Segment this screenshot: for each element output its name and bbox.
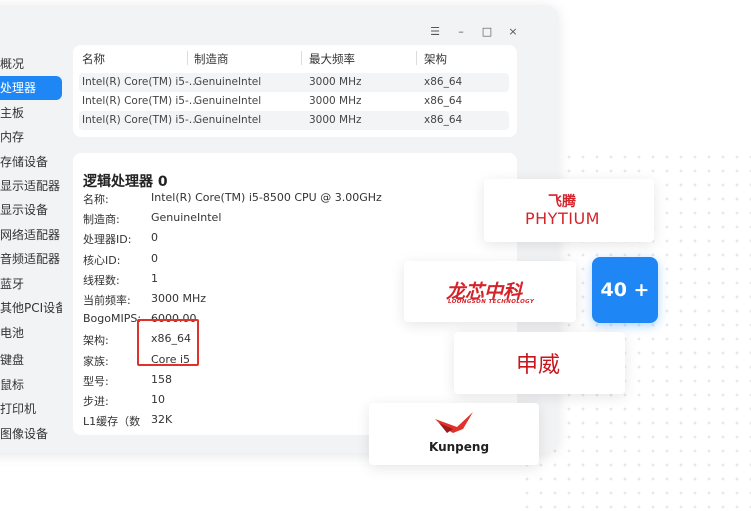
sidebar-item-bluetooth[interactable]: 蓝牙 xyxy=(0,272,62,296)
sidebar-item-motherboard[interactable]: 主板 xyxy=(0,101,62,125)
loongson-logo-en: LOONGSON TECHNOLOGY xyxy=(448,299,535,305)
sidebar-item-display-adapter[interactable]: 显示适配器 xyxy=(0,174,62,198)
column-divider xyxy=(301,51,302,65)
cpu-list-panel: 名称 制造商 最大频率 架构 Intel(R) Core(TM) i5-… Ge… xyxy=(73,45,517,137)
field-label: BogoMIPS: xyxy=(83,312,142,325)
phytium-logo-card: 飞腾 PHYTIUM xyxy=(484,179,654,242)
sidebar: 概况 处理器 主板 内存 存储设备 显示适配器 显示设备 网络适配器 音频适配器… xyxy=(0,50,70,450)
field-value: 32K xyxy=(151,413,173,426)
column-header-name[interactable]: 名称 xyxy=(82,51,105,67)
field-label: 核心ID: xyxy=(83,254,121,267)
table-row[interactable]: Intel(R) Core(TM) i5-… GenuineIntel 3000… xyxy=(79,92,509,111)
sidebar-item-battery[interactable]: 电池 xyxy=(0,321,62,345)
field-label: 名称: xyxy=(83,193,109,206)
sidebar-item-other-pci[interactable]: 其他PCI设备 xyxy=(0,296,62,320)
sidebar-item-memory[interactable]: 内存 xyxy=(0,125,62,149)
phytium-logo-en: PHYTIUM xyxy=(525,209,600,228)
field-value: 0 xyxy=(151,231,158,244)
cell-vendor: GenuineIntel xyxy=(194,114,262,126)
cell-name: Intel(R) Core(TM) i5-… xyxy=(82,95,200,107)
field-label: 制造商: xyxy=(83,213,120,226)
cell-architecture: x86_64 xyxy=(424,95,463,107)
field-value: 3000 MHz xyxy=(151,292,207,305)
shenwei-logo-card: 申威 xyxy=(454,332,625,394)
sidebar-item-printer[interactable]: 打印机 xyxy=(0,397,62,421)
cell-max-frequency: 3000 MHz xyxy=(309,76,362,88)
sidebar-item-audio-adapter[interactable]: 音频适配器 xyxy=(0,247,62,271)
kunpeng-logo-text: Kunpeng xyxy=(429,440,490,454)
column-header-vendor[interactable]: 制造商 xyxy=(194,51,229,67)
field-value: Intel(R) Core(TM) i5-8500 CPU @ 3.00GHz xyxy=(151,191,382,204)
phytium-logo-cn: 飞腾 xyxy=(548,194,576,210)
field-value: 1 xyxy=(151,272,158,285)
loongson-logo-card: 龙芯中科 LOONGSON TECHNOLOGY xyxy=(404,261,576,322)
field-label: 线程数: xyxy=(83,274,120,287)
sidebar-item-processor[interactable]: 处理器 xyxy=(0,76,62,100)
field-value: 0 xyxy=(151,252,158,265)
column-header-architecture[interactable]: 架构 xyxy=(424,51,447,67)
field-label: 家族: xyxy=(83,355,109,368)
cell-vendor: GenuineIntel xyxy=(194,95,262,107)
cell-max-frequency: 3000 MHz xyxy=(309,95,362,107)
column-header-max-frequency[interactable]: 最大频率 xyxy=(309,51,355,67)
cell-architecture: x86_64 xyxy=(424,114,463,126)
sidebar-item-network-adapter[interactable]: 网络适配器 xyxy=(0,223,62,247)
sidebar-item-overview[interactable]: 概况 xyxy=(0,52,62,76)
cell-name: Intel(R) Core(TM) i5-… xyxy=(82,114,200,126)
field-label: 处理器ID: xyxy=(83,233,132,246)
field-value: GenuineIntel xyxy=(151,211,222,224)
cell-name: Intel(R) Core(TM) i5-… xyxy=(82,76,200,88)
field-label: 当前频率: xyxy=(83,294,131,307)
field-value: 10 xyxy=(151,393,165,406)
details-title: 逻辑处理器 0 xyxy=(83,174,168,190)
maximize-button[interactable]: □ xyxy=(480,25,494,39)
field-label: 架构: xyxy=(83,334,109,347)
cell-max-frequency: 3000 MHz xyxy=(309,114,362,126)
cell-vendor: GenuineIntel xyxy=(194,76,262,88)
kunpeng-bird-icon xyxy=(435,412,473,433)
column-divider xyxy=(416,51,417,65)
sidebar-item-display-device[interactable]: 显示设备 xyxy=(0,198,62,222)
shenwei-logo: 申威 xyxy=(516,353,561,378)
title-bar: ☰ – □ × xyxy=(0,5,558,45)
field-label: L1缓存（数 xyxy=(83,415,141,428)
close-button[interactable]: × xyxy=(506,25,520,39)
kunpeng-logo-card: Kunpeng xyxy=(369,403,539,465)
sidebar-item-imaging[interactable]: 图像设备 xyxy=(0,422,62,446)
table-row[interactable]: Intel(R) Core(TM) i5-… GenuineIntel 3000… xyxy=(79,73,509,92)
field-value: 158 xyxy=(151,373,172,386)
sidebar-item-mouse[interactable]: 鼠标 xyxy=(0,373,62,397)
more-vendors-badge: 40 + xyxy=(592,257,658,323)
cell-architecture: x86_64 xyxy=(424,76,463,88)
sidebar-item-storage[interactable]: 存储设备 xyxy=(0,150,62,174)
field-label: 步进: xyxy=(83,395,109,408)
menu-icon[interactable]: ☰ xyxy=(428,25,442,39)
minimize-button[interactable]: – xyxy=(454,25,468,39)
field-label: 型号: xyxy=(83,375,109,388)
column-divider xyxy=(187,51,188,65)
sidebar-item-keyboard[interactable]: 键盘 xyxy=(0,348,62,372)
highlight-box xyxy=(137,319,199,366)
table-row[interactable]: Intel(R) Core(TM) i5-… GenuineIntel 3000… xyxy=(79,111,509,130)
